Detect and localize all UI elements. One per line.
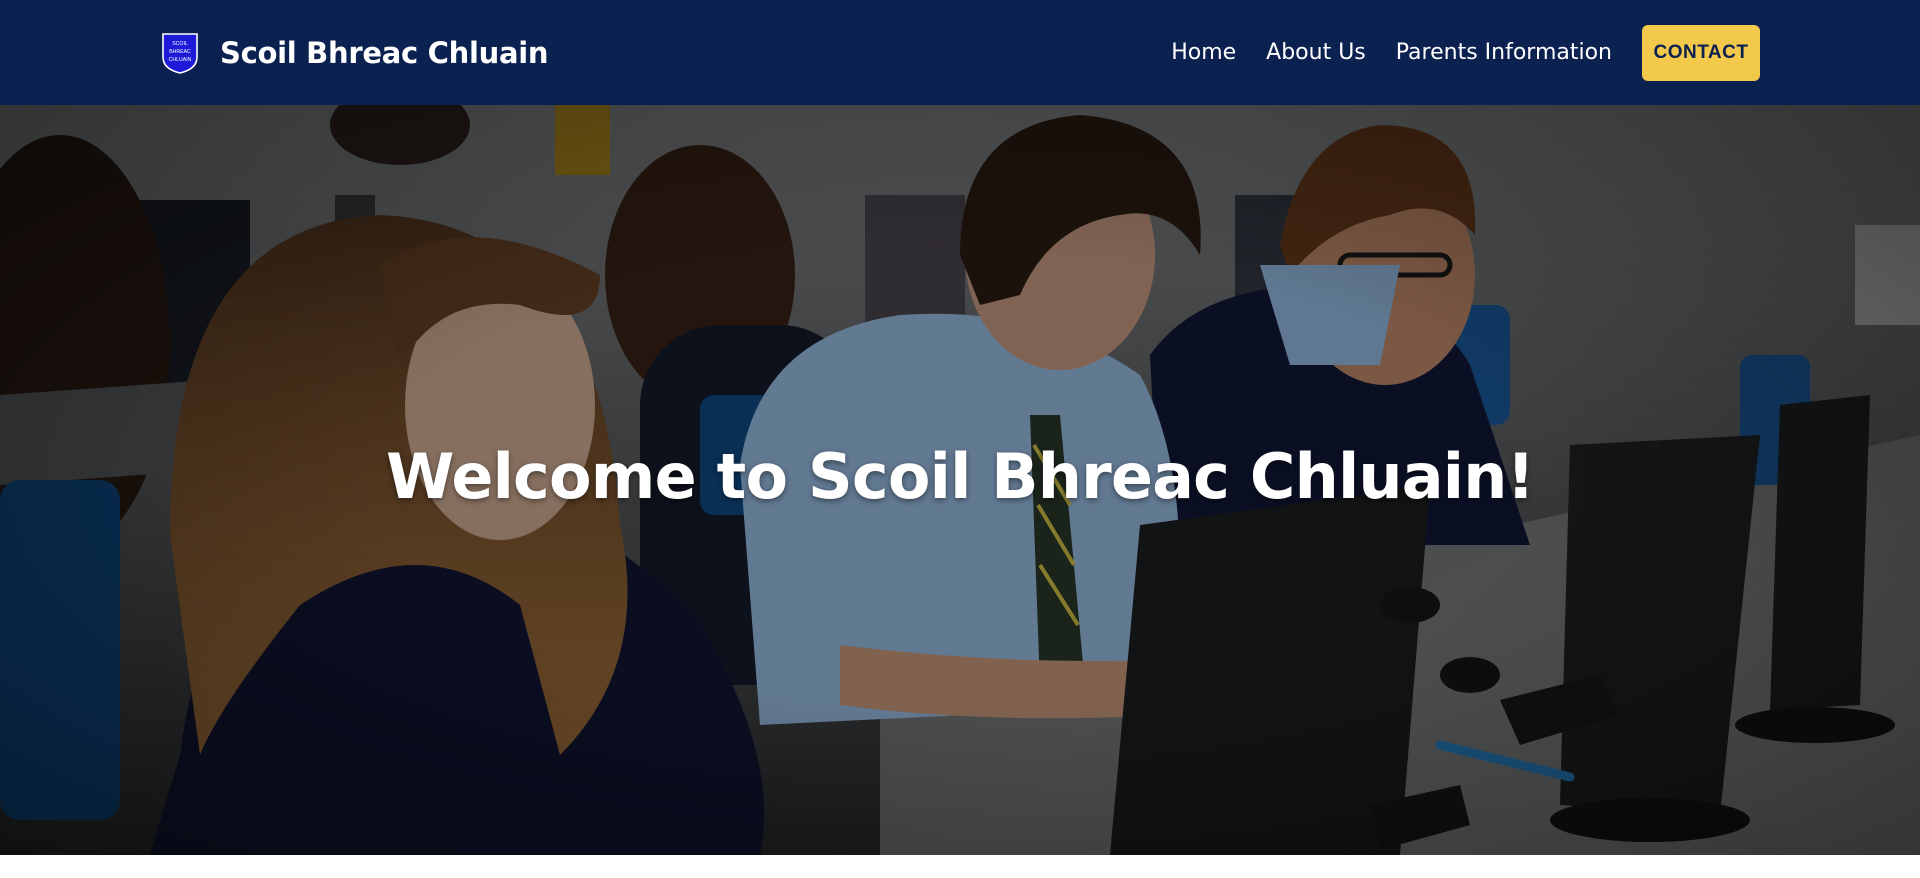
crest-line-2: BHREAC bbox=[169, 49, 191, 55]
school-crest-icon: SCOIL BHREAC CHLUAIN bbox=[162, 32, 198, 74]
hero-banner: Welcome to Scoil Bhreac Chluain! bbox=[0, 105, 1920, 855]
brand-title[interactable]: Scoil Bhreac Chluain bbox=[220, 36, 549, 70]
main-nav: Home About Us Parents Information CONTAC… bbox=[1171, 24, 1760, 81]
crest-line-1: SCOIL bbox=[172, 41, 188, 47]
contact-button[interactable]: CONTACT bbox=[1642, 24, 1760, 81]
brand[interactable]: SCOIL BHREAC CHLUAIN Scoil Bhreac Chluai… bbox=[160, 31, 549, 75]
hero-title: Welcome to Scoil Bhreac Chluain! bbox=[385, 440, 1535, 513]
nav-link-about-us[interactable]: About Us bbox=[1266, 40, 1366, 65]
nav-link-home[interactable]: Home bbox=[1171, 40, 1236, 65]
nav-link-parents-information[interactable]: Parents Information bbox=[1396, 40, 1612, 65]
site-header: SCOIL BHREAC CHLUAIN Scoil Bhreac Chluai… bbox=[0, 0, 1920, 105]
crest-line-3: CHLUAIN bbox=[169, 57, 192, 63]
